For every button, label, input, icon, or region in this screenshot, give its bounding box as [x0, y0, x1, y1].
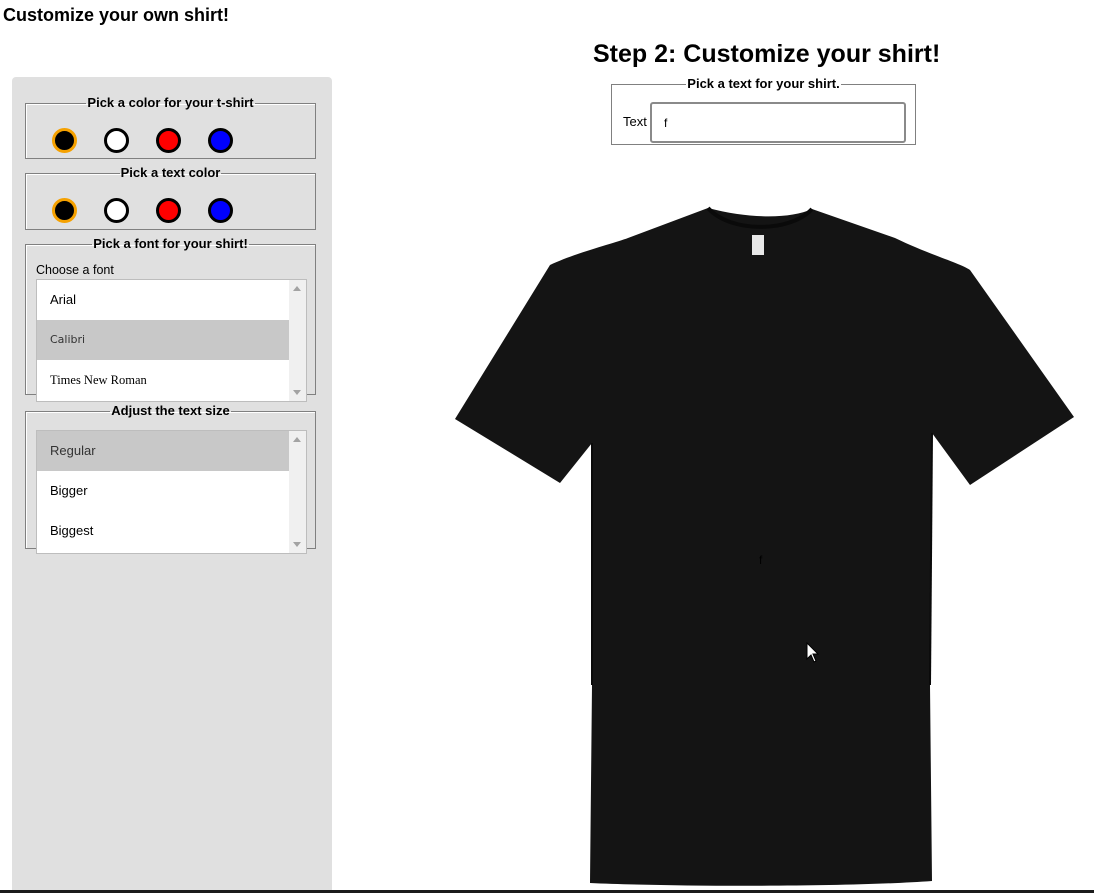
text-size-fieldset: Adjust the text size Regular Bigger Bigg… [25, 403, 316, 554]
font-listbox-scrollbar[interactable] [289, 280, 306, 401]
text-color-blue[interactable] [208, 198, 233, 223]
t-shirt-shape [455, 208, 1074, 886]
shirt-text-fieldset: Pick a text for your shirt. Text [611, 77, 916, 145]
text-color-white[interactable] [104, 198, 129, 223]
shirt-tag [752, 235, 764, 255]
font-legend: Pick a font for your shirt! [93, 236, 248, 251]
text-color-black[interactable] [52, 198, 77, 223]
shirt-color-white[interactable] [104, 128, 129, 153]
font-option-arial[interactable]: Arial [37, 280, 290, 320]
page: Customize your own shirt! Pick a color f… [0, 0, 1094, 893]
shirt-text-input[interactable] [650, 102, 906, 143]
shirt-color-fieldset: Pick a color for your t-shirt [25, 96, 316, 159]
text-color-red[interactable] [156, 198, 181, 223]
shirt-color-red[interactable] [156, 128, 181, 153]
text-color-legend: Pick a text color [120, 165, 221, 180]
font-option-times-new-roman[interactable]: Times New Roman [37, 360, 290, 400]
shirt-color-blue[interactable] [208, 128, 233, 153]
text-color-fieldset: Pick a text color [25, 166, 316, 230]
shirt-color-legend: Pick a color for your t-shirt [87, 95, 254, 110]
size-option-bigger[interactable]: Bigger [37, 471, 290, 511]
font-label: Choose a font [36, 263, 114, 277]
text-size-listbox[interactable]: Regular Bigger Biggest [36, 430, 307, 554]
scroll-up-arrow-icon[interactable] [293, 286, 301, 291]
shirt-preview: f [450, 205, 1080, 890]
size-option-biggest[interactable]: Biggest [37, 511, 290, 551]
shirt-text-label: Text [623, 114, 647, 129]
mouse-cursor-icon [806, 642, 820, 663]
shirt-color-black[interactable] [52, 128, 77, 153]
shirt-text-legend: Pick a text for your shirt. [687, 76, 840, 91]
size-listbox-scrollbar[interactable] [289, 431, 306, 553]
shirt-color-swatches [52, 128, 233, 153]
font-option-calibri[interactable]: Calibri [37, 320, 290, 360]
font-listbox[interactable]: Arial Calibri Times New Roman [36, 279, 307, 402]
text-color-swatches [52, 198, 233, 223]
sidebar: Pick a color for your t-shirt Pick a tex… [12, 77, 332, 893]
font-fieldset: Pick a font for your shirt! Choose a fon… [25, 236, 316, 402]
scroll-down-arrow-icon[interactable] [293, 390, 301, 395]
scroll-down-arrow-icon[interactable] [293, 542, 301, 547]
scroll-up-arrow-icon[interactable] [293, 437, 301, 442]
t-shirt-image [455, 206, 1074, 886]
size-option-regular[interactable]: Regular [37, 431, 290, 471]
page-title: Customize your own shirt! [3, 5, 230, 25]
text-size-legend: Adjust the text size [111, 403, 230, 418]
step-title: Step 2: Customize your shirt! [593, 40, 941, 68]
shirt-custom-text: f [759, 553, 763, 567]
